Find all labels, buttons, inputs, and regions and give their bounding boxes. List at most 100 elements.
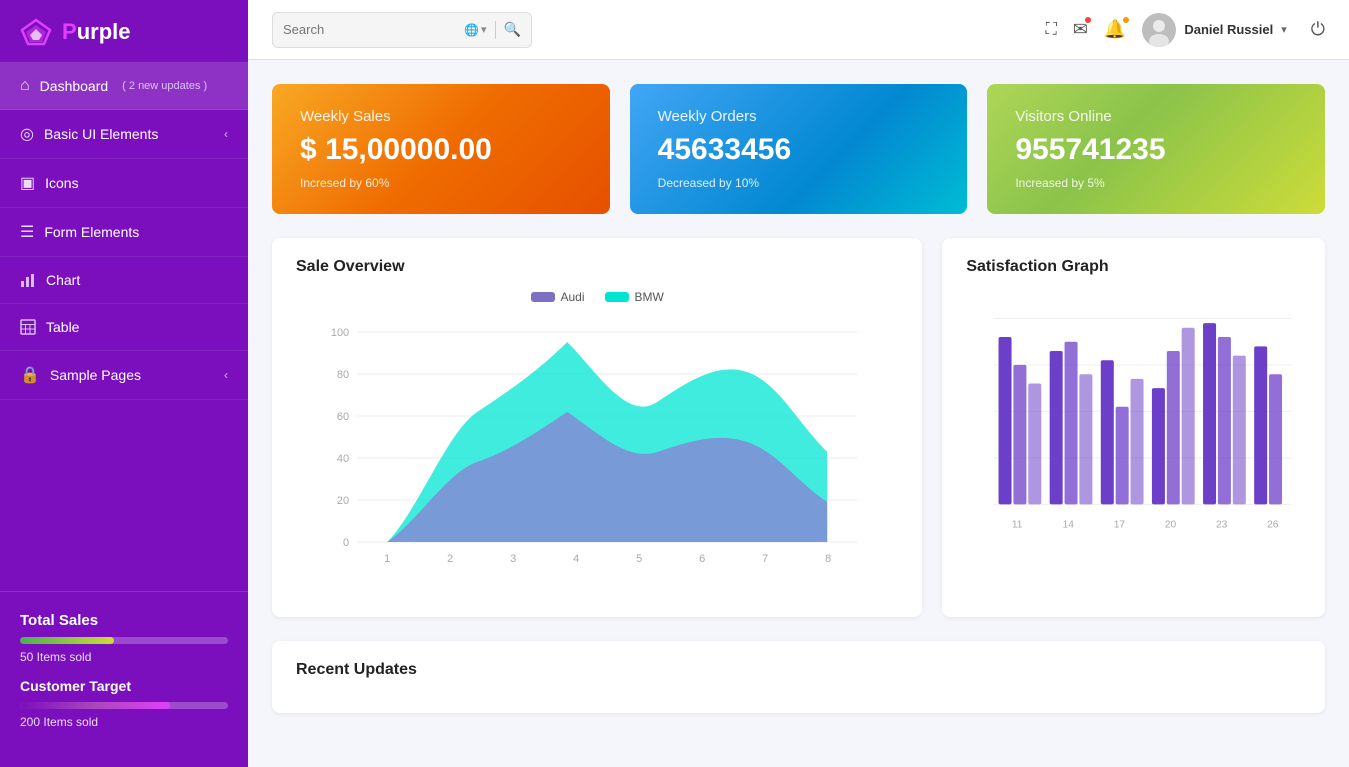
recent-updates-title: Recent Updates <box>296 661 1301 679</box>
sale-overview-chart: 100 80 60 40 20 0 1 2 3 4 5 6 <box>296 312 898 592</box>
svg-text:5: 5 <box>636 553 642 565</box>
header: 🌐 ▾ 🔍 ⛶ ✉ 🔔 <box>248 0 1349 60</box>
stat-card-weekly-sales: Weekly Sales $ 15,00000.00 Incresed by 6… <box>272 84 610 214</box>
legend-bmw-color <box>605 292 629 302</box>
nav-label-chart: Chart <box>46 272 80 288</box>
weekly-sales-title: Weekly Sales <box>300 108 582 125</box>
search-input[interactable] <box>283 22 464 37</box>
search-divider <box>495 21 496 39</box>
notification-badge <box>1121 15 1131 25</box>
legend-audi-label: Audi <box>561 290 585 304</box>
search-lang-selector[interactable]: 🌐 ▾ <box>464 23 486 37</box>
mail-button[interactable]: ✉ <box>1073 19 1088 40</box>
sidebar-item-sample-pages[interactable]: 🔒 Sample Pages ‹ <box>0 351 248 400</box>
logo-icon <box>20 18 52 46</box>
logo-text: Purple <box>62 19 130 45</box>
weekly-orders-value: 45633456 <box>658 133 940 167</box>
total-sales-items-label: 50 Items sold <box>20 650 228 664</box>
sidebar-item-dashboard[interactable]: ⌂ Dashboard ( 2 new updates ) <box>0 63 248 110</box>
table-icon <box>20 318 36 336</box>
nav-label-basic-ui: Basic UI Elements <box>44 126 158 142</box>
satisfaction-graph-title: Satisfaction Graph <box>966 258 1301 276</box>
customer-target-label: Customer Target <box>20 678 228 694</box>
power-button[interactable]: ⏻ <box>1311 19 1325 40</box>
mail-badge <box>1083 15 1093 25</box>
notification-button[interactable]: 🔔 <box>1104 19 1126 40</box>
visitors-online-title: Visitors Online <box>1015 108 1297 125</box>
form-elements-icon: ☰ <box>20 222 34 242</box>
sidebar-item-icons[interactable]: ▣ Icons <box>0 159 248 208</box>
legend-audi-color <box>531 292 555 302</box>
satisfaction-graph-card: Satisfaction Graph <box>942 238 1325 617</box>
svg-text:26: 26 <box>1267 520 1279 531</box>
header-right: ⛶ ✉ 🔔 Daniel Russiel ▾ <box>1046 13 1325 47</box>
svg-text:14: 14 <box>1063 520 1075 531</box>
user-dropdown-icon: ▾ <box>1281 23 1287 36</box>
visitors-online-value: 955741235 <box>1015 133 1297 167</box>
total-sales-label: Total Sales <box>20 612 228 629</box>
svg-text:20: 20 <box>1165 520 1177 531</box>
home-icon: ⌂ <box>20 77 30 95</box>
sidebar-bottom-stats: Total Sales 50 Items sold Customer Targe… <box>0 591 248 767</box>
nav-label-form-elements: Form Elements <box>44 224 139 240</box>
total-sales-progress-fill <box>20 637 114 644</box>
satisfaction-graph-chart: 11 14 17 20 23 26 <box>966 290 1301 570</box>
customer-target-progress-bar <box>20 702 228 709</box>
user-name: Daniel Russiel <box>1184 22 1273 37</box>
svg-text:80: 80 <box>337 369 349 381</box>
recent-updates-card: Recent Updates <box>272 641 1325 713</box>
sidebar-item-table[interactable]: Table <box>0 304 248 351</box>
weekly-sales-value: $ 15,00000.00 <box>300 133 582 167</box>
nav-label-table: Table <box>46 319 79 335</box>
svg-text:7: 7 <box>762 553 768 565</box>
customer-target-progress-fill <box>20 702 170 709</box>
total-sales-progress-bar <box>20 637 228 644</box>
nav-label-icons: Icons <box>45 175 78 191</box>
visitors-online-sub: Increased by 5% <box>1015 176 1297 190</box>
weekly-sales-sub: Incresed by 60% <box>300 176 582 190</box>
icons-nav-icon: ▣ <box>20 173 35 193</box>
stats-row: Weekly Sales $ 15,00000.00 Incresed by 6… <box>272 84 1325 214</box>
sidebar-navigation: ⌂ Dashboard ( 2 new updates ) ◎ Basic UI… <box>0 63 248 591</box>
legend-audi: Audi <box>531 290 585 304</box>
arrow-icon-sample-pages: ‹ <box>224 368 228 382</box>
basic-ui-icon: ◎ <box>20 124 34 144</box>
weekly-orders-sub: Decreased by 10% <box>658 176 940 190</box>
charts-row: Sale Overview Audi BMW <box>272 238 1325 617</box>
main-content: 🌐 ▾ 🔍 ⛶ ✉ 🔔 <box>248 0 1349 767</box>
svg-text:23: 23 <box>1216 520 1228 531</box>
chart-icon <box>20 271 36 289</box>
logo-area: Purple <box>0 0 248 63</box>
stat-card-weekly-orders: Weekly Orders 45633456 Decreased by 10% <box>630 84 968 214</box>
user-menu[interactable]: Daniel Russiel ▾ <box>1142 13 1286 47</box>
svg-text:4: 4 <box>573 553 579 565</box>
sale-overview-legend: Audi BMW <box>296 290 898 304</box>
search-icon[interactable]: 🔍 <box>504 21 521 38</box>
nav-badge-dashboard: ( 2 new updates ) <box>122 80 207 92</box>
sidebar: Purple ⌂ Dashboard ( 2 new updates ) ◎ B… <box>0 0 248 767</box>
svg-text:17: 17 <box>1114 520 1126 531</box>
sample-pages-icon: 🔒 <box>20 365 40 385</box>
svg-text:1: 1 <box>384 553 390 565</box>
sale-overview-card: Sale Overview Audi BMW <box>272 238 922 617</box>
fullscreen-button[interactable]: ⛶ <box>1046 21 1057 39</box>
svg-text:8: 8 <box>825 553 831 565</box>
sidebar-item-basic-ui[interactable]: ◎ Basic UI Elements ‹ <box>0 110 248 159</box>
svg-text:3: 3 <box>510 553 516 565</box>
page-content: Weekly Sales $ 15,00000.00 Incresed by 6… <box>248 60 1349 767</box>
sidebar-item-chart[interactable]: Chart <box>0 257 248 304</box>
weekly-orders-title: Weekly Orders <box>658 108 940 125</box>
legend-bmw: BMW <box>605 290 664 304</box>
svg-text:11: 11 <box>1012 520 1023 531</box>
svg-text:20: 20 <box>337 495 349 507</box>
avatar <box>1142 13 1176 47</box>
svg-text:0: 0 <box>343 537 349 549</box>
svg-text:60: 60 <box>337 411 349 423</box>
svg-text:2: 2 <box>447 553 453 565</box>
search-bar[interactable]: 🌐 ▾ 🔍 <box>272 12 532 48</box>
svg-text:6: 6 <box>699 553 705 565</box>
sale-overview-title: Sale Overview <box>296 258 898 276</box>
svg-text:40: 40 <box>337 453 349 465</box>
arrow-icon-basic-ui: ‹ <box>224 127 228 141</box>
sidebar-item-form-elements[interactable]: ☰ Form Elements <box>0 208 248 257</box>
